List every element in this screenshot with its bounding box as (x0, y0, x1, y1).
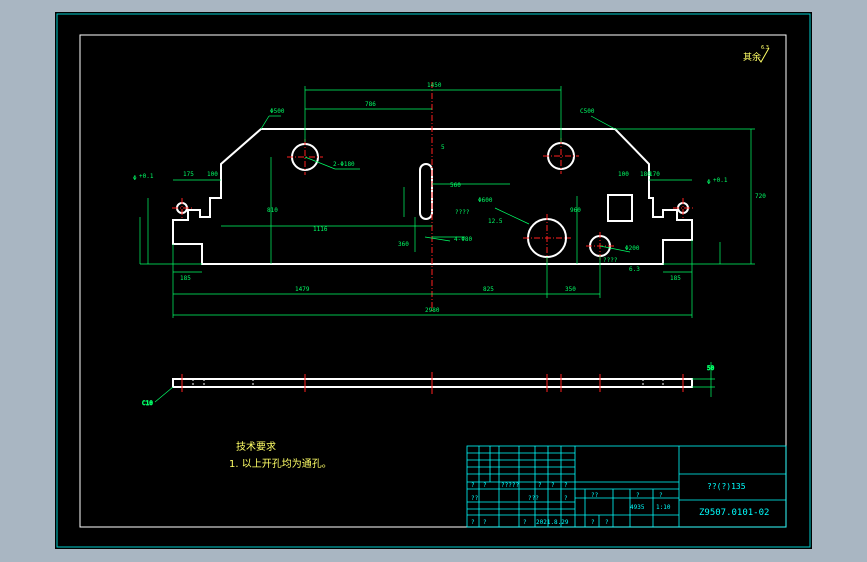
svg-text:C10: C10 (142, 400, 153, 407)
svg-text:?: ? (471, 519, 475, 526)
svg-text:180: 180 (640, 171, 651, 178)
cad-viewport[interactable]: 其余 6.3 1450 786 Φ500 C500 5 2-Φ180 4-Φ80… (55, 12, 812, 549)
svg-text:2980: 2980 (425, 307, 440, 314)
drawing-canvas: 其余 6.3 1450 786 Φ500 C500 5 2-Φ180 4-Φ80… (56, 13, 811, 548)
square-cutout (607, 194, 633, 222)
svg-text:??(?)135: ??(?)135 (707, 482, 746, 491)
svg-text:100: 100 (618, 171, 629, 178)
svg-text:1. 以上开孔均为通孔。: 1. 以上开孔均为通孔。 (229, 458, 332, 470)
svg-text:?: ? (605, 519, 609, 526)
side-view: 50 C10 (142, 362, 715, 407)
svg-text:??: ?? (591, 492, 599, 499)
centerlines (172, 82, 693, 312)
svg-text:Z9507.0101-02: Z9507.0101-02 (699, 508, 769, 518)
svg-text:技术要求: 技术要求 (236, 440, 276, 453)
svg-text:1479: 1479 (295, 286, 310, 293)
svg-text:1:10: 1:10 (656, 504, 671, 511)
svg-text:???: ??? (528, 495, 539, 502)
svg-text:50: 50 (707, 365, 715, 372)
svg-text:Φ200: Φ200 (625, 245, 640, 252)
outer-border (56, 13, 811, 548)
svg-text:?: ? (636, 492, 640, 499)
svg-text:+0.1: +0.1 (139, 173, 154, 180)
svg-text:185: 185 (180, 275, 191, 282)
svg-text:?: ? (659, 492, 663, 499)
slot (419, 163, 433, 220)
svg-text:?: ? (483, 519, 487, 526)
svg-text:4-Φ80: 4-Φ80 (454, 236, 472, 243)
svg-text:560: 560 (450, 182, 461, 189)
svg-text:1450: 1450 (427, 82, 442, 89)
svg-text:825: 825 (483, 286, 494, 293)
svg-text:720: 720 (755, 193, 766, 200)
svg-text:?: ? (564, 495, 568, 502)
tech-requirements: 技术要求 1. 以上开孔均为通孔。 (229, 440, 332, 470)
svg-text:Φ: Φ (707, 179, 711, 186)
svg-text:360: 360 (398, 241, 409, 248)
svg-text:5: 5 (441, 144, 445, 151)
side-view-centerlines (181, 372, 684, 394)
svg-text:960: 960 (570, 207, 581, 214)
svg-text:175: 175 (183, 171, 194, 178)
svg-text:?????: ????? (501, 482, 519, 489)
svg-text:2021.8.29: 2021.8.29 (536, 519, 569, 526)
svg-text:4935: 4935 (630, 504, 645, 511)
svg-text:6.3: 6.3 (629, 266, 640, 273)
svg-text:??: ?? (471, 495, 479, 502)
svg-text:+0.1: +0.1 (713, 177, 728, 184)
svg-text:?: ? (591, 519, 595, 526)
svg-text:810: 810 (267, 207, 278, 214)
svg-text:?: ? (551, 482, 555, 489)
svg-text:????: ???? (603, 257, 618, 264)
svg-text:100: 100 (207, 171, 218, 178)
svg-text:786: 786 (365, 101, 376, 108)
svg-text:12.5: 12.5 (488, 218, 503, 225)
svg-text:6.3: 6.3 (761, 45, 769, 51)
svg-text:Φ600: Φ600 (478, 197, 493, 204)
svg-text:其余: 其余 (743, 51, 761, 63)
svg-text:C500: C500 (580, 108, 595, 115)
svg-text:185: 185 (670, 275, 681, 282)
svg-text:?: ? (538, 482, 542, 489)
svg-text:?: ? (523, 519, 527, 526)
svg-text:350: 350 (565, 286, 576, 293)
svg-text:2-Φ180: 2-Φ180 (333, 161, 355, 168)
svg-text:Φ: Φ (133, 175, 137, 182)
svg-text:?: ? (483, 482, 487, 489)
svg-text:Φ500: Φ500 (270, 108, 285, 115)
dimensions (139, 86, 755, 318)
dimension-labels: 1450 786 Φ500 C500 5 2-Φ180 4-Φ80 560 Φ6… (133, 82, 766, 314)
svg-text:?: ? (564, 482, 568, 489)
side-view-hidden (192, 379, 664, 387)
svg-text:????: ???? (455, 209, 470, 216)
svg-text:?: ? (471, 482, 475, 489)
svg-text:1116: 1116 (313, 226, 328, 233)
roughness-symbol: 其余 6.3 (743, 45, 770, 63)
